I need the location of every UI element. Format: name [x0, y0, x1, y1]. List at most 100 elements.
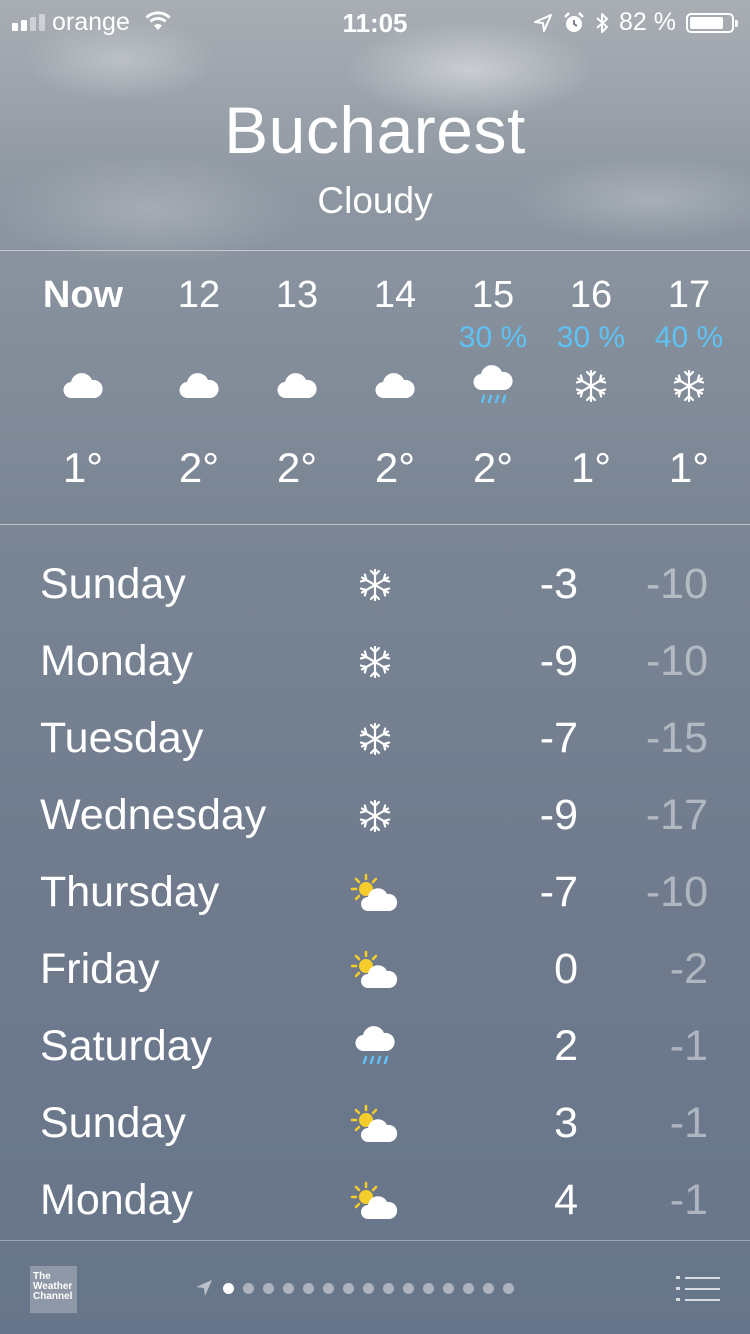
daily-row: Saturday 2 -1	[0, 1012, 750, 1089]
snowflake-icon	[340, 712, 410, 766]
hour-label: Now	[42, 274, 124, 316]
page-dot[interactable]	[343, 1282, 354, 1294]
page-dot[interactable]	[263, 1282, 274, 1294]
hour-temp: 1°	[570, 444, 612, 491]
hourly-item: 14 2°	[340, 272, 450, 492]
high-temp: -3	[539, 560, 578, 608]
high-temp: 0	[554, 945, 578, 993]
daily-row: Monday 4 -1	[0, 1166, 750, 1243]
low-temp: -17	[645, 791, 708, 839]
high-temp: -7	[539, 868, 578, 916]
snowflake-icon	[536, 358, 646, 414]
page-dot[interactable]	[243, 1282, 254, 1294]
daily-forecast[interactable]: Sunday -3 -10 Monday -9 -10 Tuesday -7 -15 Wednes…	[0, 550, 750, 1243]
day-name: Sunday	[40, 1099, 186, 1147]
bluetooth-icon	[596, 12, 609, 33]
daily-row: Sunday -3 -10	[0, 550, 750, 627]
hourly-item: Now 1°	[28, 272, 138, 492]
page-dot[interactable]	[503, 1282, 514, 1294]
partly-sunny-icon	[340, 866, 410, 920]
cloud-icon	[340, 358, 450, 414]
hour-label: 14	[373, 274, 417, 316]
hourly-item: 13 2°	[242, 272, 352, 492]
hour-label: 16	[569, 274, 613, 316]
hour-label: 15	[471, 274, 515, 316]
partly-sunny-icon	[340, 1174, 410, 1228]
high-temp: 2	[554, 1022, 578, 1070]
page-dot[interactable]	[443, 1282, 454, 1294]
daily-row: Sunday 3 -1	[0, 1089, 750, 1166]
high-temp: -9	[539, 637, 578, 685]
hourly-forecast[interactable]: Now 1° 12 2° 13 2° 14 2° 15 30 % 2° 16 30 % 1° 17 40 % 1…	[0, 272, 750, 502]
page-dot[interactable]	[483, 1282, 494, 1294]
precip-chance: 30 %	[458, 321, 528, 354]
page-dot[interactable]	[223, 1282, 234, 1294]
snowflake-icon	[340, 789, 410, 843]
city-name: Bucharest	[224, 93, 526, 167]
cloud-icon	[144, 358, 254, 414]
hourly-item: 17 40 % 1°	[634, 272, 744, 492]
rain-cloud-icon	[438, 358, 548, 414]
rain-cloud-icon	[340, 1020, 410, 1074]
page-dot[interactable]	[363, 1282, 374, 1294]
hour-temp: 1°	[62, 444, 104, 491]
cloud-icon	[242, 358, 352, 414]
battery-percentage: 82 %	[619, 8, 676, 36]
page-dot[interactable]	[283, 1282, 294, 1294]
current-condition: Cloudy	[317, 180, 433, 221]
partly-sunny-icon	[340, 1097, 410, 1151]
battery-icon	[686, 12, 738, 33]
daily-row: Friday 0 -2	[0, 935, 750, 1012]
hourly-item: 12 2°	[144, 272, 254, 492]
day-name: Thursday	[40, 868, 220, 916]
daily-row: Tuesday -7 -15	[0, 704, 750, 781]
daily-row: Monday -9 -10	[0, 627, 750, 704]
page-dot[interactable]	[323, 1282, 334, 1294]
city-list-button[interactable]	[676, 1274, 720, 1304]
partly-sunny-icon	[340, 943, 410, 997]
hour-label: 17	[667, 274, 711, 316]
hour-temp: 1°	[668, 444, 710, 491]
daily-row: Wednesday -9 -17	[0, 781, 750, 858]
page-dot[interactable]	[383, 1282, 394, 1294]
day-name: Tuesday	[40, 714, 204, 762]
cloud-icon	[28, 358, 138, 414]
hour-label: 13	[275, 274, 319, 316]
hour-temp: 2°	[374, 444, 416, 491]
day-name: Saturday	[40, 1022, 213, 1070]
page-dot[interactable]	[423, 1282, 434, 1294]
snowflake-icon	[634, 358, 744, 414]
precip-chance: 40 %	[654, 321, 724, 354]
hour-temp: 2°	[472, 444, 514, 491]
divider	[0, 524, 750, 525]
page-dot[interactable]	[463, 1282, 474, 1294]
low-temp: -1	[669, 1176, 708, 1224]
bottom-toolbar: The Weather Channel	[0, 1244, 750, 1334]
day-name: Monday	[40, 1176, 193, 1224]
location-arrow-icon	[534, 13, 553, 32]
high-temp: 3	[554, 1099, 578, 1147]
hour-label: 12	[177, 274, 221, 316]
hourly-item: 15 30 % 2°	[438, 272, 548, 492]
hour-temp: 2°	[276, 444, 318, 491]
precip-chance	[340, 318, 450, 358]
divider	[0, 250, 750, 251]
low-temp: -1	[669, 1099, 708, 1147]
weather-channel-logo[interactable]: The Weather Channel	[30, 1266, 77, 1313]
low-temp: -10	[645, 637, 708, 685]
low-temp: -10	[645, 560, 708, 608]
low-temp: -15	[645, 714, 708, 762]
high-temp: 4	[554, 1176, 578, 1224]
day-name: Wednesday	[40, 791, 267, 839]
current-location-arrow-icon	[196, 1280, 212, 1296]
page-dot[interactable]	[403, 1282, 414, 1294]
high-temp: -9	[539, 791, 578, 839]
precip-chance: 30 %	[556, 321, 626, 354]
day-name: Friday	[40, 945, 160, 993]
day-name: Monday	[40, 637, 193, 685]
high-temp: -7	[539, 714, 578, 762]
hourly-item: 16 30 % 1°	[536, 272, 646, 492]
page-dot[interactable]	[303, 1282, 314, 1294]
snowflake-icon	[340, 558, 410, 612]
page-indicator[interactable]	[194, 1278, 514, 1298]
